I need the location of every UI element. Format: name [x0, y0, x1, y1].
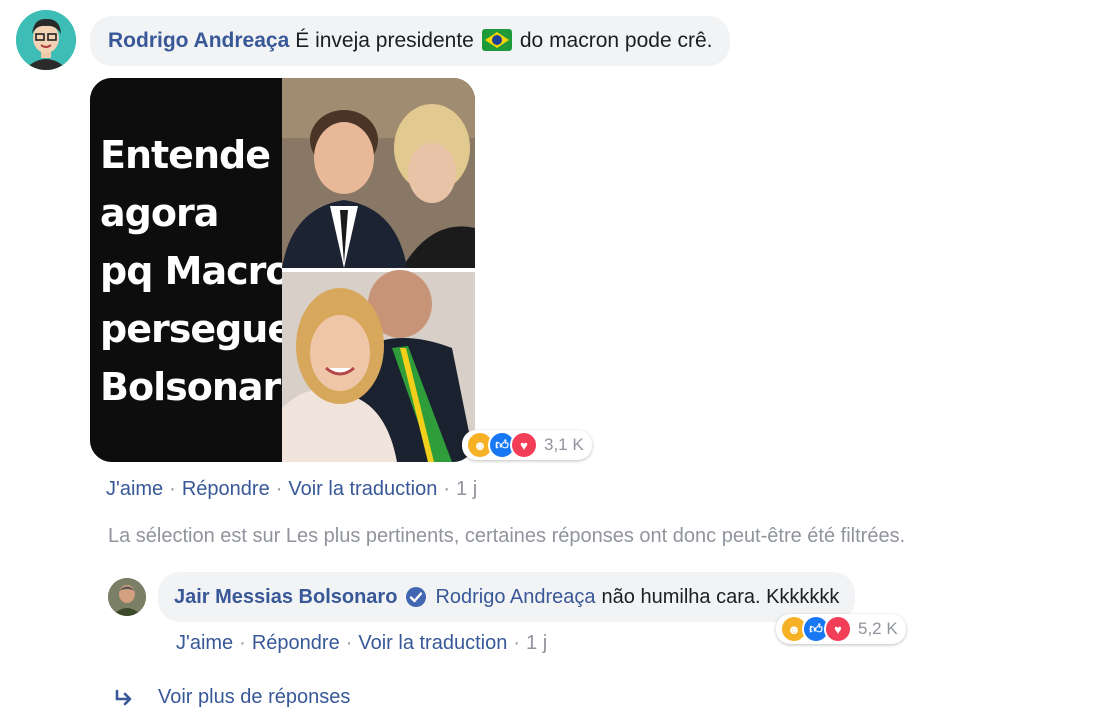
love-reaction-icon: ♥ — [824, 615, 852, 643]
brazil-flag-icon — [481, 29, 512, 53]
reply-author-avatar[interactable] — [108, 578, 146, 616]
reply-link[interactable]: Répondre — [182, 478, 270, 500]
comment-text-part2: do macron pode crê. — [519, 29, 713, 52]
reply-text: não humilha cara. Kkkkkkk — [601, 586, 840, 608]
comment-image[interactable]: Entende agora pq Macron persegue Bolsona… — [90, 78, 475, 462]
like-link[interactable]: J'aime — [176, 632, 233, 654]
comment-text-part1: É inveja presidente — [295, 29, 474, 52]
avatar-illustration — [16, 10, 76, 70]
reply-link[interactable]: Répondre — [252, 632, 340, 654]
see-translation-link[interactable]: Voir la traduction — [288, 478, 437, 500]
image-photo-collage — [282, 78, 475, 462]
reaction-count: 5,2 K — [858, 619, 898, 638]
commenter-avatar[interactable] — [16, 10, 76, 70]
avatar-photo — [108, 578, 146, 616]
like-link[interactable]: J'aime — [106, 478, 163, 500]
see-translation-link[interactable]: Voir la traduction — [358, 632, 507, 654]
image-text-panel: Entende agora pq Macron persegue Bolsona… — [90, 78, 327, 462]
reply-timestamp[interactable]: 1 j — [526, 632, 547, 654]
verified-badge-icon — [405, 586, 427, 608]
reply-actions: J'aime · Répondre · Voir la traduction · 1 j — [176, 632, 548, 654]
comment-actions: J'aime · Répondre · Voir la traduction · 1 j — [106, 478, 478, 500]
love-reaction-icon: ♥ — [510, 431, 538, 459]
reply-author-link[interactable]: Jair Messias Bolsonaro — [174, 584, 397, 610]
reply-bubble: Jair Messias Bolsonaro Rodrigo Andreaça … — [158, 572, 856, 622]
filter-notice: La sélection est sur Les plus pertinents… — [108, 525, 906, 547]
see-more-replies-button[interactable]: Voir plus de réponses — [114, 686, 350, 709]
reply-mention-link[interactable]: Rodrigo Andreaça — [435, 584, 595, 610]
reply-arrow-icon — [114, 688, 136, 708]
comment-timestamp[interactable]: 1 j — [456, 478, 477, 500]
reaction-count: 3,1 K — [544, 435, 584, 454]
comment-bubble: Rodrigo Andreaça É inveja presidente do … — [90, 16, 731, 66]
reply-reactions[interactable]: ☻ 👍︎ ♥ 5,2 K — [776, 614, 906, 644]
comment-author-link[interactable]: Rodrigo Andreaça — [108, 28, 289, 54]
see-more-replies-label: Voir plus de réponses — [158, 686, 351, 708]
comment-reactions[interactable]: ☻ 👍︎ ♥ 3,1 K — [462, 430, 592, 460]
